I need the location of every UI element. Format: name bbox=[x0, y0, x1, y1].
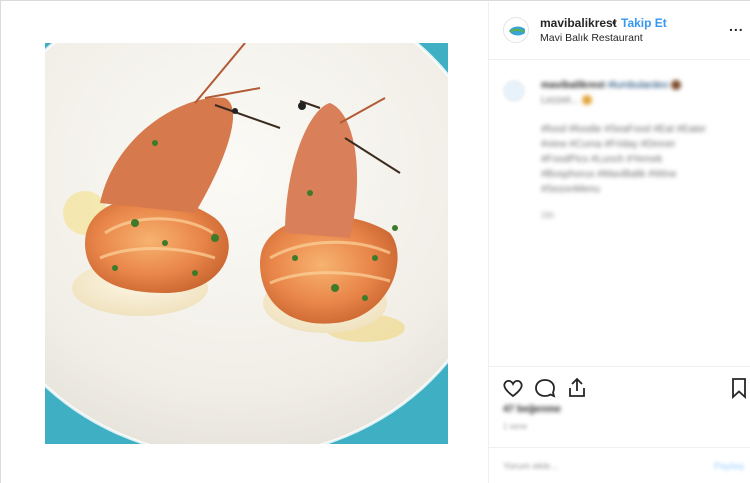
follow-button[interactable]: Takip Et bbox=[621, 16, 667, 30]
caption-username[interactable]: mavibalikrest bbox=[541, 80, 605, 91]
post-window: mavibalikrest • Takip Et Mavi Balık Rest… bbox=[0, 0, 750, 483]
hashtag-line[interactable]: #food #foodie #SeaFood #Eat #Eater bbox=[541, 122, 706, 137]
hashtag-line[interactable]: #SezonMenu bbox=[541, 182, 600, 197]
post-actions: 47 beğenme 1 sene Yorum ekle... Paylaş bbox=[489, 366, 750, 483]
post-header: mavibalikrest • Takip Et Mavi Balık Rest… bbox=[489, 2, 750, 60]
bookmark-icon[interactable] bbox=[727, 376, 750, 400]
separator-dot: • bbox=[612, 16, 617, 30]
comment-bar: Yorum ekle... Paylaş bbox=[489, 447, 750, 483]
caption-time: 33h bbox=[541, 211, 555, 220]
username-link[interactable]: mavibalikrest bbox=[540, 16, 617, 30]
emoji-icon bbox=[581, 95, 592, 106]
comment-input[interactable]: Yorum ekle... bbox=[503, 461, 558, 472]
profile-avatar[interactable] bbox=[503, 17, 529, 43]
post-photo[interactable] bbox=[45, 43, 448, 444]
more-options-icon[interactable]: ... bbox=[729, 18, 744, 34]
hashtag-line[interactable]: #FoodPics #Lunch #Yemek bbox=[541, 152, 662, 167]
caption-avatar[interactable] bbox=[503, 80, 525, 102]
post-sidebar: mavibalikrest • Takip Et Mavi Balık Rest… bbox=[488, 2, 750, 483]
emoji-icon bbox=[671, 80, 682, 91]
caption-text: Lezzet... bbox=[541, 95, 579, 106]
hashtag-line[interactable]: #Bosphorus #MaviBalik #Wine bbox=[541, 167, 677, 182]
fish-logo-icon bbox=[509, 26, 525, 36]
caption-first-line: mavibalikrest #lumbulardeo bbox=[541, 78, 682, 93]
location-link[interactable]: Mavi Balık Restaurant bbox=[540, 32, 643, 44]
heart-icon[interactable] bbox=[501, 376, 525, 400]
hashtag-line[interactable]: #view #Cuma #Friday #Dinner bbox=[541, 137, 676, 152]
post-comment-button[interactable]: Paylaş bbox=[714, 461, 744, 472]
comment-icon[interactable] bbox=[533, 376, 557, 400]
post-media bbox=[2, 2, 488, 483]
likes-count[interactable]: 47 beğenme bbox=[503, 404, 561, 415]
post-date: 1 sene bbox=[503, 422, 528, 431]
post-caption: mavibalikrest #lumbulardeo Lezzet... #fo… bbox=[489, 60, 750, 366]
share-icon[interactable] bbox=[565, 376, 589, 400]
caption-hashtag[interactable]: #lumbulardeo bbox=[608, 80, 669, 91]
shrimp-dish-image bbox=[45, 43, 448, 444]
caption-second-line: Lezzet... bbox=[541, 93, 592, 108]
